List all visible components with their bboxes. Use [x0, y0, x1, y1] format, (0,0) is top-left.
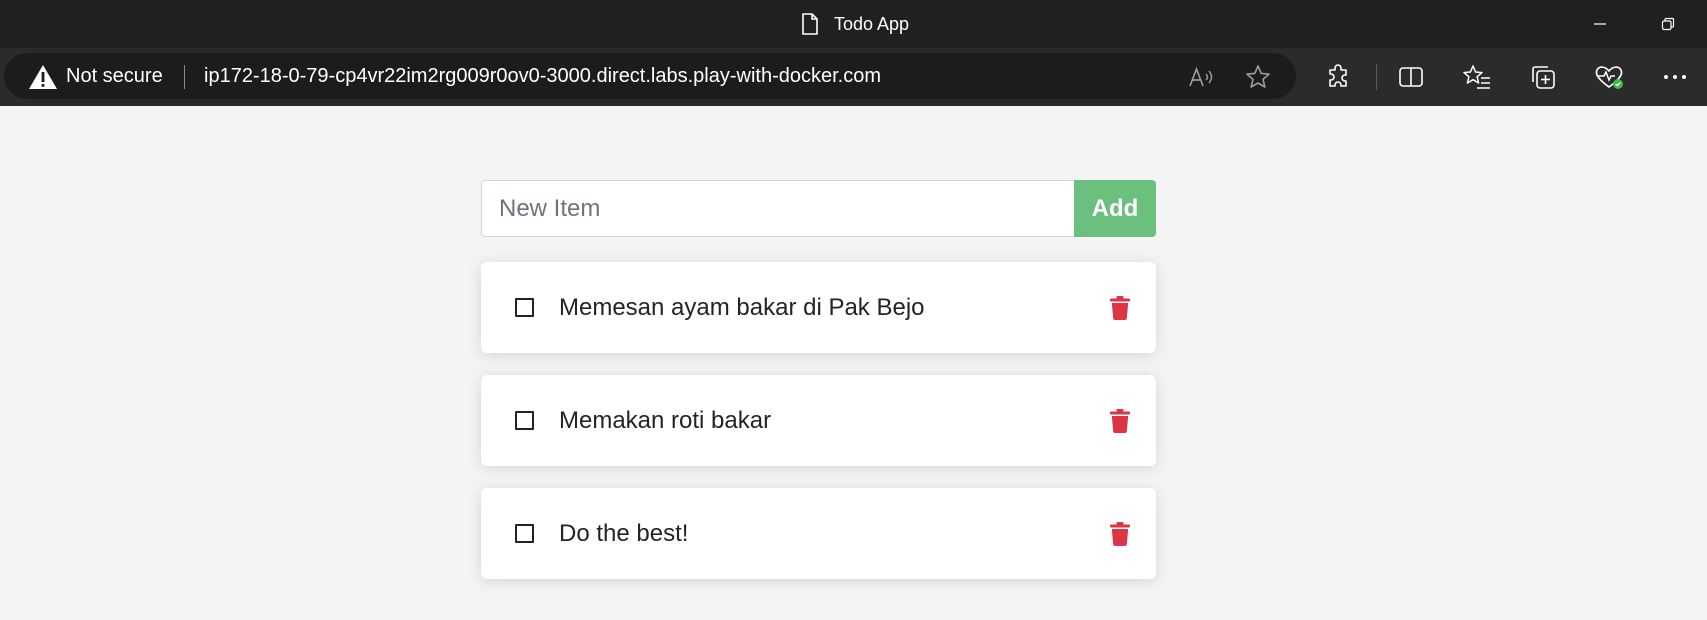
- window-title-bar: Todo App: [0, 0, 1707, 48]
- todo-checkbox[interactable]: [515, 524, 534, 543]
- restore-button[interactable]: [1638, 0, 1698, 48]
- split-screen-icon[interactable]: [1394, 62, 1428, 92]
- add-item-form: Add: [481, 180, 1156, 237]
- more-options-icon[interactable]: [1658, 62, 1692, 92]
- extensions-icon[interactable]: [1322, 62, 1356, 92]
- security-status[interactable]: Not secure: [66, 53, 163, 99]
- add-button[interactable]: Add: [1074, 180, 1156, 237]
- url-text[interactable]: ip172-18-0-79-cp4vr22im2rg009r0ov0-3000.…: [204, 53, 881, 99]
- favorites-list-icon[interactable]: [1460, 62, 1494, 92]
- warning-icon[interactable]: [28, 64, 58, 90]
- favorite-star-icon[interactable]: [1243, 62, 1273, 92]
- trash-icon[interactable]: [1110, 409, 1130, 434]
- todo-item: Memesan ayam bakar di Pak Bejo: [481, 262, 1156, 353]
- read-aloud-icon[interactable]: [1186, 62, 1216, 92]
- browser-toolbar: Not secure ip172-18-0-79-cp4vr22im2rg009…: [0, 48, 1707, 106]
- toolbar-divider: [1376, 64, 1377, 90]
- trash-icon[interactable]: [1110, 522, 1130, 546]
- todo-label: Memakan roti bakar: [559, 407, 772, 434]
- todo-label: Do the best!: [559, 520, 689, 547]
- browser-essentials-icon[interactable]: [1592, 62, 1626, 92]
- new-item-input[interactable]: [481, 180, 1074, 237]
- minimize-button[interactable]: [1570, 0, 1630, 48]
- minimize-icon: [1594, 23, 1606, 25]
- omnibox-divider: [184, 65, 185, 89]
- window-title: Todo App: [0, 0, 1707, 48]
- todo-checkbox[interactable]: [515, 298, 534, 317]
- window-title-text: Todo App: [833, 13, 910, 34]
- todo-checkbox[interactable]: [515, 411, 534, 430]
- collections-icon[interactable]: [1526, 62, 1560, 92]
- document-icon: [798, 12, 822, 36]
- restore-icon: [1661, 17, 1675, 31]
- trash-icon[interactable]: [1110, 296, 1130, 321]
- address-bar[interactable]: Not secure ip172-18-0-79-cp4vr22im2rg009…: [4, 53, 1296, 99]
- todo-item: Memakan roti bakar: [481, 375, 1156, 466]
- todo-item: Do the best!: [481, 488, 1156, 579]
- todo-label: Memesan ayam bakar di Pak Bejo: [559, 294, 925, 321]
